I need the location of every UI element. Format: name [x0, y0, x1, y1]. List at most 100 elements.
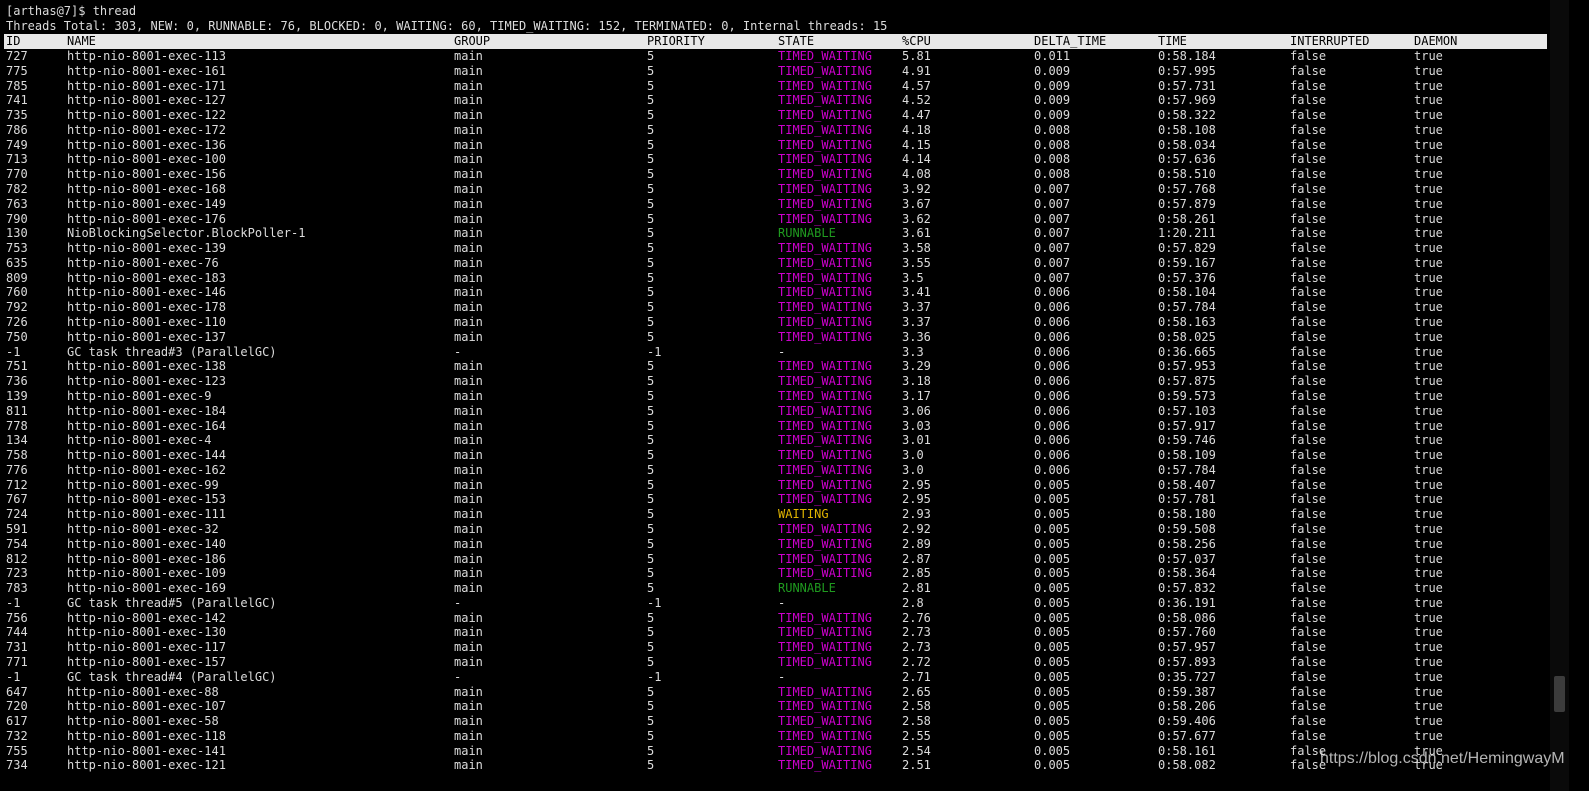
- vertical-scrollbar[interactable]: [1550, 0, 1569, 791]
- cell-id: 750: [6, 329, 28, 344]
- cell-time: 0:57.832: [1158, 581, 1216, 596]
- cell-priority: -1: [647, 669, 662, 684]
- cell-group: main: [454, 433, 483, 448]
- cell-interrupted: false: [1290, 640, 1327, 655]
- cell-delta-time: 0.005: [1034, 477, 1071, 492]
- cell-name: http-nio-8001-exec-168: [67, 182, 226, 197]
- cell-cpu: 3.0: [902, 448, 924, 463]
- cell-interrupted: false: [1290, 270, 1327, 285]
- cell-daemon: true: [1414, 196, 1443, 211]
- cell-name: http-nio-8001-exec-111: [67, 507, 226, 522]
- cell-state: TIMED_WAITING: [778, 137, 872, 152]
- watermark: https://blog.csdn.net/HemingwayM: [1320, 750, 1565, 767]
- cell-time: 0:57.760: [1158, 625, 1216, 640]
- cell-time: 0:58.206: [1158, 699, 1216, 714]
- cell-delta-time: 0.007: [1034, 255, 1071, 270]
- cell-id: 763: [6, 196, 28, 211]
- cell-group: -: [454, 344, 462, 359]
- cell-name: http-nio-8001-exec-156: [67, 167, 226, 182]
- cell-id: 809: [6, 270, 28, 285]
- cell-name: http-nio-8001-exec-153: [67, 492, 226, 507]
- cell-group: main: [454, 654, 483, 669]
- cell-group: main: [454, 610, 483, 625]
- cell-delta-time: 0.006: [1034, 388, 1071, 403]
- table-row: 790 http-nio-8001-exec-176 main 5 TIMED_WAIT…: [4, 212, 1547, 227]
- header-time: TIME: [1158, 34, 1187, 48]
- cell-interrupted: false: [1290, 152, 1327, 167]
- cell-group: -: [454, 595, 462, 610]
- cell-cpu: 3.17: [902, 388, 931, 403]
- cell-state: WAITING: [778, 507, 829, 522]
- cell-daemon: true: [1414, 566, 1443, 581]
- cell-group: main: [454, 270, 483, 285]
- table-row: 130 NioBlockingSelector.BlockPoller-1 main…: [4, 226, 1547, 241]
- cell-cpu: 2.87: [902, 551, 931, 566]
- cell-name: http-nio-8001-exec-130: [67, 625, 226, 640]
- table-row: 786 http-nio-8001-exec-172 main 5 TIMED_WAIT…: [4, 123, 1547, 138]
- cell-delta-time: 0.005: [1034, 625, 1071, 640]
- cell-name: http-nio-8001-exec-171: [67, 78, 226, 93]
- cell-interrupted: false: [1290, 714, 1327, 729]
- cell-id: 756: [6, 610, 28, 625]
- cell-state: TIMED_WAITING: [778, 403, 872, 418]
- cell-state: TIMED_WAITING: [778, 433, 872, 448]
- cell-time: 0:59.508: [1158, 521, 1216, 536]
- cell-delta-time: 0.006: [1034, 315, 1071, 330]
- header-delta-time: DELTA_TIME: [1034, 34, 1107, 48]
- cell-id: -1: [6, 595, 21, 610]
- cell-state: TIMED_WAITING: [778, 122, 872, 137]
- cell-id: 724: [6, 507, 28, 522]
- table-row: 775 http-nio-8001-exec-161 main 5 TIMED_WAIT…: [4, 64, 1547, 79]
- header-cpu: %CPU: [902, 34, 931, 48]
- cell-id: 812: [6, 551, 28, 566]
- cell-id: 785: [6, 78, 28, 93]
- cell-state: TIMED_WAITING: [778, 329, 872, 344]
- scrollbar-thumb[interactable]: [1554, 676, 1565, 712]
- cell-state: TIMED_WAITING: [778, 521, 872, 536]
- cell-cpu: 2.81: [902, 581, 931, 596]
- cell-cpu: 3.55: [902, 255, 931, 270]
- cell-group: main: [454, 49, 483, 63]
- cell-state: TIMED_WAITING: [778, 255, 872, 270]
- cell-time: 0:57.829: [1158, 241, 1216, 256]
- cell-interrupted: false: [1290, 669, 1327, 684]
- cell-daemon: true: [1414, 654, 1443, 669]
- cell-delta-time: 0.005: [1034, 654, 1071, 669]
- cell-group: main: [454, 492, 483, 507]
- cell-daemon: true: [1414, 211, 1443, 226]
- cell-state: -: [778, 344, 786, 359]
- command-prompt: [arthas@7]$ thread: [6, 4, 137, 18]
- header-daemon: DAEMON: [1414, 34, 1458, 48]
- cell-name: http-nio-8001-exec-88: [67, 684, 219, 699]
- terminal-window[interactable]: [arthas@7]$ thread Threads Total: 303, N…: [0, 0, 1570, 791]
- cell-daemon: true: [1414, 226, 1443, 241]
- cell-daemon: true: [1414, 477, 1443, 492]
- cell-state: TIMED_WAITING: [778, 477, 872, 492]
- cell-cpu: 3.3: [902, 344, 924, 359]
- header-interrupted: INTERRUPTED: [1290, 34, 1370, 48]
- cell-name: http-nio-8001-exec-183: [67, 270, 226, 285]
- cell-time: 0:57.731: [1158, 78, 1216, 93]
- cell-group: main: [454, 699, 483, 714]
- cell-priority: 5: [647, 226, 655, 241]
- cell-state: TIMED_WAITING: [778, 315, 872, 330]
- cell-id: 591: [6, 521, 28, 536]
- cell-state: TIMED_WAITING: [778, 610, 872, 625]
- cell-id: -1: [6, 669, 21, 684]
- cell-interrupted: false: [1290, 684, 1327, 699]
- cell-daemon: true: [1414, 418, 1443, 433]
- cell-delta-time: 0.009: [1034, 108, 1071, 123]
- cell-cpu: 3.36: [902, 329, 931, 344]
- cell-daemon: true: [1414, 122, 1443, 137]
- table-row: 809 http-nio-8001-exec-183 main 5 TIMED_WAIT…: [4, 271, 1547, 286]
- cell-time: 0:57.917: [1158, 418, 1216, 433]
- table-row: 767 http-nio-8001-exec-153 main 5 TIMED_WAIT…: [4, 492, 1547, 507]
- cell-delta-time: 0.005: [1034, 492, 1071, 507]
- cell-priority: -1: [647, 595, 662, 610]
- table-row: 713 http-nio-8001-exec-100 main 5 TIMED_WAIT…: [4, 152, 1547, 167]
- cell-state: -: [778, 669, 786, 684]
- cell-id: 753: [6, 241, 28, 256]
- cell-interrupted: false: [1290, 581, 1327, 596]
- cell-group: main: [454, 315, 483, 330]
- cell-time: 0:57.969: [1158, 93, 1216, 108]
